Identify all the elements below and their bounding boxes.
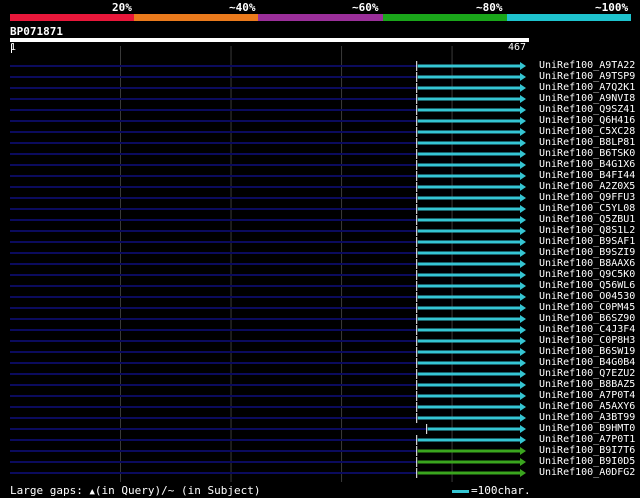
hit-label[interactable]: UniRef100_B9SAF1 bbox=[539, 237, 635, 247]
hit-arrow-icon bbox=[520, 469, 526, 477]
hit-arrow-icon bbox=[520, 249, 526, 257]
hit-arrow-icon bbox=[520, 106, 526, 114]
hit-arrow-icon bbox=[520, 403, 526, 411]
hit-arrow-icon bbox=[520, 216, 526, 224]
hit-label[interactable]: UniRef100_B6TSK0 bbox=[539, 149, 635, 159]
hit-label[interactable]: UniRef100_C4J3F4 bbox=[539, 325, 635, 335]
hit-arrow-icon bbox=[520, 315, 526, 323]
hit-arrow-icon bbox=[520, 128, 526, 136]
hit-label[interactable]: UniRef100_A7Q2K1 bbox=[539, 83, 635, 93]
gaps-query-text: (in Query)/ bbox=[94, 484, 168, 497]
hit-arrow-icon bbox=[520, 84, 526, 92]
hit-label[interactable]: UniRef100_B8BAZ5 bbox=[539, 380, 635, 390]
gaps-subject-text: ~ (in Subject) bbox=[167, 484, 261, 497]
hit-label[interactable]: UniRef100_A2Z0X5 bbox=[539, 182, 635, 192]
hit-arrow-icon bbox=[520, 447, 526, 455]
hit-label[interactable]: UniRef100_Q7EZU2 bbox=[539, 369, 635, 379]
hit-label[interactable]: UniRef100_A9TA22 bbox=[539, 61, 635, 71]
hit-label[interactable]: UniRef100_Q9FFU3 bbox=[539, 193, 635, 203]
hit-label[interactable]: UniRef100_B9I7T6 bbox=[539, 446, 635, 456]
hit-label[interactable]: UniRef100_Q6H416 bbox=[539, 116, 635, 126]
hit-label[interactable]: UniRef100_C5XC28 bbox=[539, 127, 635, 137]
large-gaps-legend: Large gaps: ▲(in Query)/~ (in Subject) bbox=[10, 484, 260, 497]
hit-arrow-icon bbox=[520, 194, 526, 202]
hit-arrow-icon bbox=[520, 161, 526, 169]
scale-label: =100char. bbox=[471, 484, 531, 497]
hit-label[interactable]: UniRef100_B4FI44 bbox=[539, 171, 635, 181]
hit-label[interactable]: UniRef100_A3BT99 bbox=[539, 413, 635, 423]
hit-label[interactable]: UniRef100_A7P0T4 bbox=[539, 391, 635, 401]
hit-arrow-icon bbox=[520, 348, 526, 356]
hit-label[interactable]: UniRef100_A9NVI8 bbox=[539, 94, 635, 104]
hit-label[interactable]: UniRef100_B4G1X6 bbox=[539, 160, 635, 170]
hit-label[interactable]: UniRef100_A7P0T1 bbox=[539, 435, 635, 445]
hit-arrow-icon bbox=[520, 392, 526, 400]
hit-label[interactable]: UniRef100_Q5ZBU1 bbox=[539, 215, 635, 225]
hit-label[interactable]: UniRef100_C0P8H3 bbox=[539, 336, 635, 346]
hit-arrow-icon bbox=[520, 282, 526, 290]
hit-label[interactable]: UniRef100_O04530 bbox=[539, 292, 635, 302]
hit-arrow-icon bbox=[520, 95, 526, 103]
hit-arrow-icon bbox=[520, 139, 526, 147]
hit-arrow-icon bbox=[520, 436, 526, 444]
scale-legend: =100char. bbox=[452, 484, 531, 497]
hit-arrow-icon bbox=[520, 326, 526, 334]
hit-arrow-icon bbox=[520, 238, 526, 246]
hit-arrow-icon bbox=[520, 271, 526, 279]
gaps-prefix: Large gaps: bbox=[10, 484, 90, 497]
hit-arrow-icon bbox=[520, 73, 526, 81]
hit-label[interactable]: UniRef100_B8AAX6 bbox=[539, 259, 635, 269]
hit-label[interactable]: UniRef100_B4G0B4 bbox=[539, 358, 635, 368]
hit-label[interactable]: UniRef100_A5AXY6 bbox=[539, 402, 635, 412]
hit-label[interactable]: UniRef100_B6SW19 bbox=[539, 347, 635, 357]
hit-arrow-icon bbox=[520, 227, 526, 235]
hit-label[interactable]: UniRef100_Q9C5K0 bbox=[539, 270, 635, 280]
hit-arrow-icon bbox=[520, 381, 526, 389]
hit-label[interactable]: UniRef100_A0DFG2 bbox=[539, 468, 635, 478]
hit-label[interactable]: UniRef100_B9I0D5 bbox=[539, 457, 635, 467]
hit-arrow-icon bbox=[520, 458, 526, 466]
hit-label[interactable]: UniRef100_A9TSP9 bbox=[539, 72, 635, 82]
hit-label[interactable]: UniRef100_B6SZ90 bbox=[539, 314, 635, 324]
hit-arrow-icon bbox=[520, 183, 526, 191]
hit-label[interactable]: UniRef100_B9HMT0 bbox=[539, 424, 635, 434]
hit-arrow-icon bbox=[520, 359, 526, 367]
hit-arrow-icon bbox=[520, 293, 526, 301]
hit-arrow-icon bbox=[520, 260, 526, 268]
hit-label[interactable]: UniRef100_Q8S1L2 bbox=[539, 226, 635, 236]
hit-arrow-icon bbox=[520, 150, 526, 158]
hit-arrow-icon bbox=[520, 62, 526, 70]
hit-label[interactable]: UniRef100_C5YL08 bbox=[539, 204, 635, 214]
hit-arrow-icon bbox=[520, 304, 526, 312]
hit-label[interactable]: UniRef100_C0PM45 bbox=[539, 303, 635, 313]
hit-label[interactable]: UniRef100_B9SZI9 bbox=[539, 248, 635, 258]
hit-arrow-icon bbox=[520, 172, 526, 180]
hit-label[interactable]: UniRef100_B8LP81 bbox=[539, 138, 635, 148]
hit-arrow-icon bbox=[520, 414, 526, 422]
hit-arrow-icon bbox=[520, 425, 526, 433]
hit-arrow-icon bbox=[520, 117, 526, 125]
hit-arrow-icon bbox=[520, 370, 526, 378]
hit-label[interactable]: UniRef100_Q9SZ41 bbox=[539, 105, 635, 115]
hit-arrow-icon bbox=[520, 337, 526, 345]
hit-arrow-icon bbox=[520, 205, 526, 213]
hit-label[interactable]: UniRef100_Q56WL6 bbox=[539, 281, 635, 291]
scale-swatch bbox=[452, 489, 469, 493]
